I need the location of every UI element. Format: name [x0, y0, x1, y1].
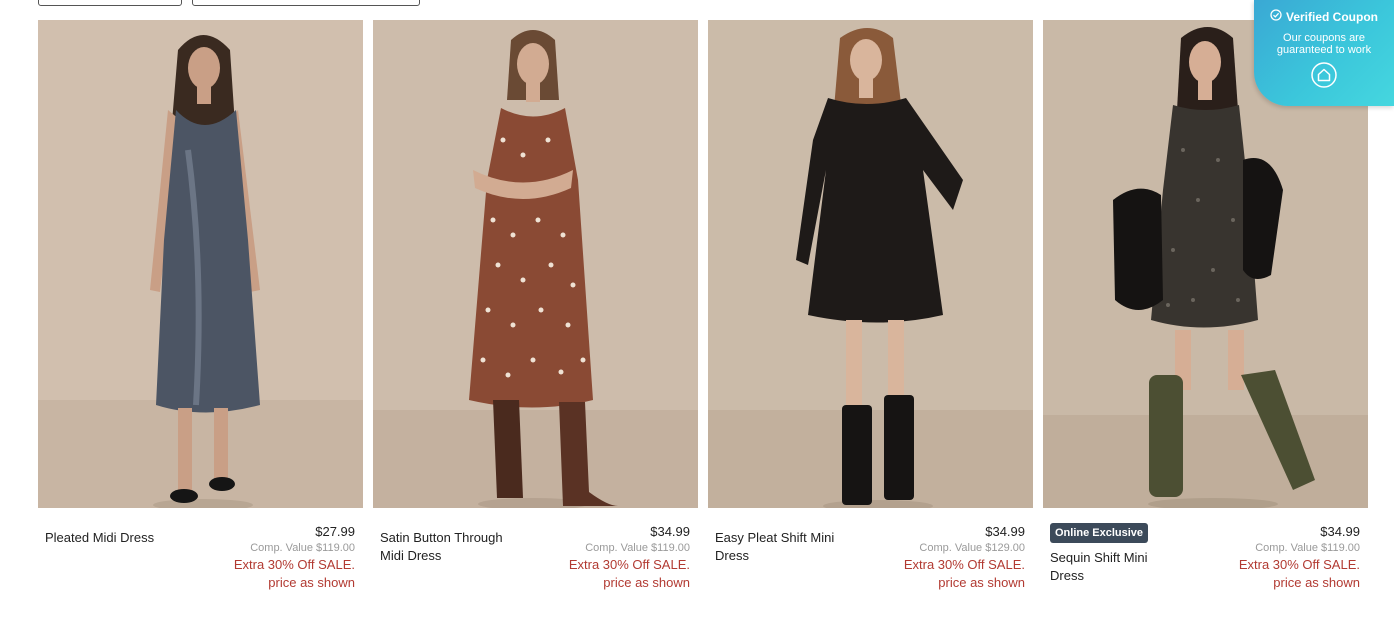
house-icon[interactable]: [1254, 62, 1394, 93]
comp-value: Comp. Value $119.00: [1255, 542, 1360, 554]
online-exclusive-badge: Online Exclusive: [1050, 523, 1149, 543]
product-price: $34.99: [1320, 524, 1360, 539]
comp-value: Comp. Value $119.00: [585, 542, 690, 554]
product-pricing: $34.99 Comp. Value $119.00 Extra 30% Off…: [569, 524, 690, 592]
product-name[interactable]: Sequin Shift Mini Dress: [1050, 549, 1200, 585]
sale-text: Extra 30% Off SALE.: [903, 557, 1025, 572]
sale-text: Extra 30% Off SALE.: [1238, 557, 1360, 572]
sale-note: price as shown: [268, 575, 355, 590]
coupon-message: Our coupons are guaranteed to work: [1276, 32, 1372, 56]
comp-value: Comp. Value $119.00: [250, 542, 355, 554]
sale-text: Extra 30% Off SALE.: [568, 557, 690, 572]
product-price: $27.99: [315, 524, 355, 539]
comp-value: Comp. Value $129.00: [919, 542, 1025, 554]
product-pricing: $34.99 Comp. Value $119.00 Extra 30% Off…: [1239, 524, 1360, 592]
product-name[interactable]: Satin Button Through Midi Dress: [380, 529, 530, 565]
verified-coupon-widget[interactable]: Verified Coupon Our coupons are guarante…: [1254, 0, 1394, 106]
product-price: $34.99: [985, 524, 1025, 539]
product-price: $34.99: [650, 524, 690, 539]
sale-text: Extra 30% Off SALE.: [233, 557, 355, 572]
product-pricing: $27.99 Comp. Value $119.00 Extra 30% Off…: [234, 524, 355, 592]
coupon-title-text: Verified Coupon: [1285, 9, 1378, 24]
product-name[interactable]: Pleated Midi Dress: [45, 529, 195, 547]
filter-dropdown-2[interactable]: [192, 0, 420, 6]
filter-dropdown-1[interactable]: [38, 0, 182, 6]
sale-note: price as shown: [603, 575, 690, 590]
product-image[interactable]: [38, 20, 363, 508]
product-name[interactable]: Easy Pleat Shift Mini Dress: [715, 529, 865, 565]
check-circle-icon: [1270, 9, 1282, 24]
product-image[interactable]: [373, 20, 698, 508]
coupon-title: Verified Coupon: [1254, 9, 1394, 24]
product-image[interactable]: [708, 20, 1033, 508]
sale-note: price as shown: [938, 575, 1025, 590]
product-pricing: $34.99 Comp. Value $129.00 Extra 30% Off…: [904, 524, 1025, 592]
sale-note: price as shown: [1273, 575, 1360, 590]
